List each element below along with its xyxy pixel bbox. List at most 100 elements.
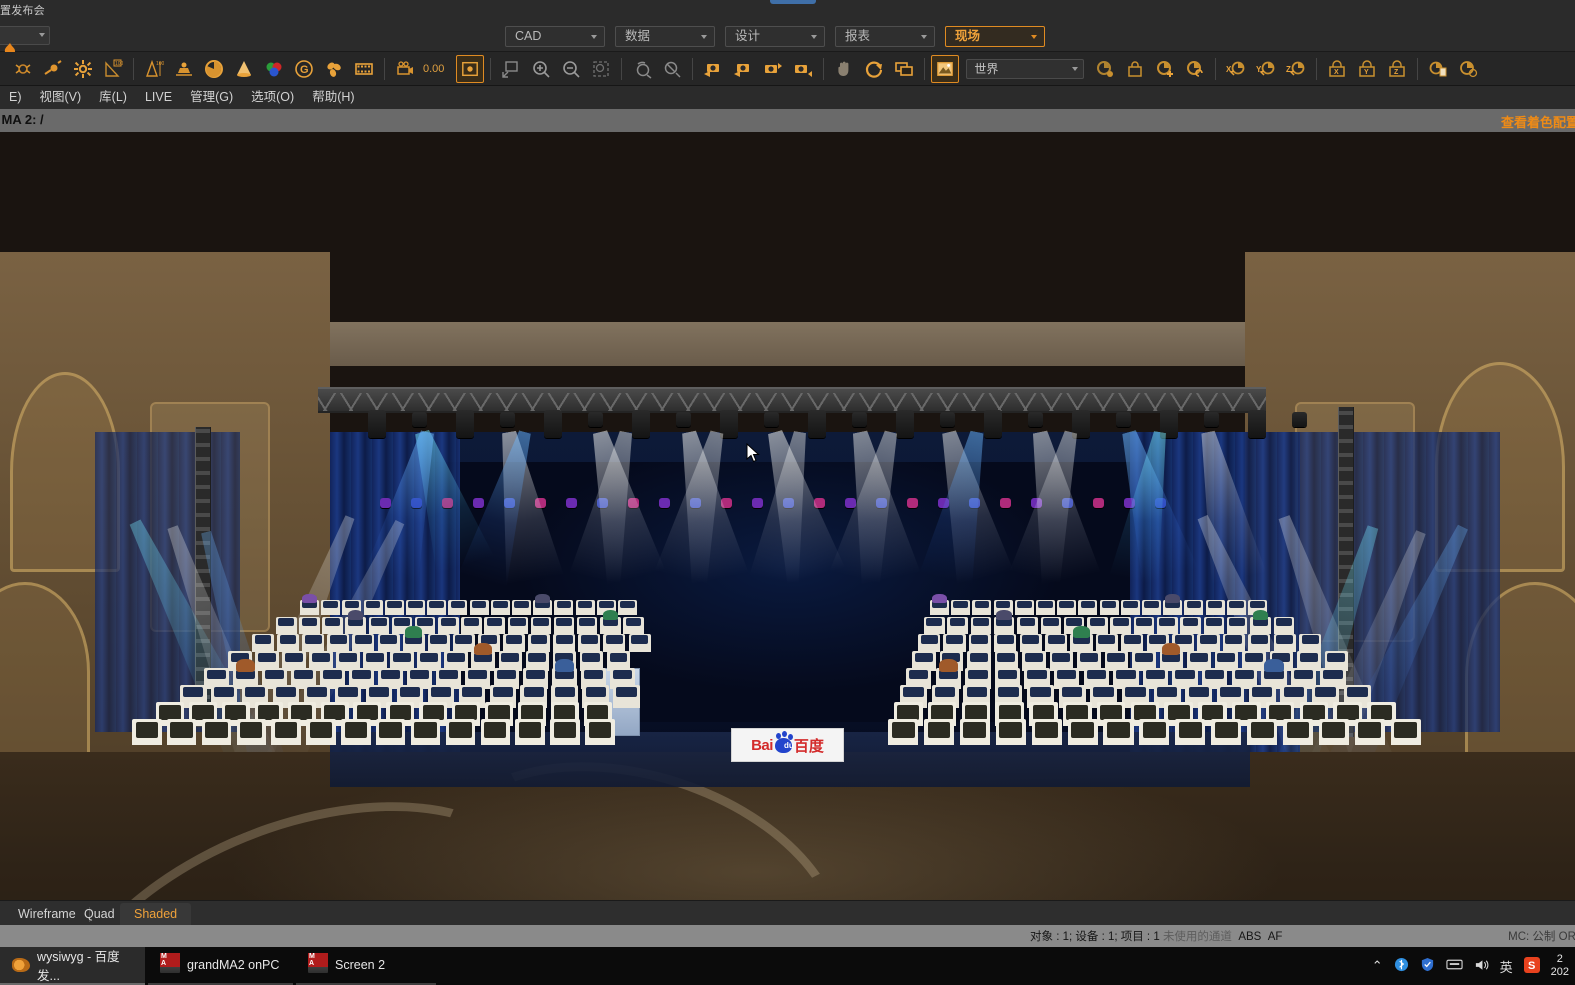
beam-angle-icon[interactable]: 100 (140, 55, 168, 83)
menu-bar: E) 视图(V) 库(L) LIVE 管理(G) 选项(O) 帮助(H) (0, 86, 1575, 109)
taskbar-item-wysiwyg[interactable]: wysiwyg - 百度发... (0, 947, 145, 985)
audience-person (932, 593, 947, 603)
orbit-right-icon[interactable] (658, 55, 686, 83)
menu-item-edit[interactable]: E) (0, 86, 31, 109)
rotate-z-icon[interactable]: Z (1282, 55, 1310, 83)
spot-fixture-icon[interactable] (9, 55, 37, 83)
lock-view-icon[interactable] (1121, 55, 1149, 83)
truss-fixture (544, 410, 562, 438)
fixture-library-icon[interactable] (170, 55, 198, 83)
taskbar-item-grandma2[interactable]: grandMA2 onPC (148, 947, 293, 985)
menu-item-manage[interactable]: 管理(G) (181, 86, 242, 109)
audience-chair (461, 617, 482, 634)
zoom-in-icon[interactable] (527, 55, 555, 83)
lock-x-icon[interactable]: X (1323, 55, 1351, 83)
audience-chair (299, 617, 320, 634)
rotate-x-icon[interactable]: X (1222, 55, 1250, 83)
view-add-icon[interactable] (1151, 55, 1179, 83)
tab-cad[interactable]: CAD (505, 26, 605, 47)
tab-cad-label: CAD (515, 29, 542, 43)
measure-angle-icon[interactable]: 100 (99, 55, 127, 83)
zoom-out-icon[interactable] (557, 55, 585, 83)
audience-chair (530, 617, 552, 634)
tray-ime-indicator[interactable]: 英 (1500, 957, 1513, 976)
render-list-icon[interactable] (1424, 55, 1452, 83)
cone-beam-icon[interactable] (230, 55, 258, 83)
tray-security-shield-icon[interactable] (1420, 957, 1435, 975)
settings-gear-icon[interactable] (69, 55, 97, 83)
lock-z-icon[interactable]: Z (1383, 55, 1411, 83)
truss-fixture (1116, 412, 1131, 427)
stage-wash-light (566, 498, 577, 508)
audience-chair (1318, 719, 1349, 745)
document-title: nd MA 2: / (0, 112, 44, 127)
tab-report[interactable]: 报表 (835, 26, 935, 47)
iris-icon[interactable] (200, 55, 228, 83)
truss-fixture (896, 410, 914, 438)
clock-time: 2 (1556, 953, 1563, 965)
render-image-icon[interactable] (931, 54, 960, 83)
orbit-left-icon[interactable] (628, 55, 656, 83)
audience-chair (1390, 719, 1421, 745)
camera-add-icon[interactable] (759, 55, 787, 83)
audience-chair (918, 634, 941, 652)
audience-person (347, 610, 364, 621)
camera-setup-icon[interactable] (391, 55, 419, 83)
render-settings-icon[interactable] (456, 54, 485, 83)
view-reset-icon[interactable] (1181, 55, 1209, 83)
world-selector[interactable]: 世界 (966, 58, 1085, 79)
tray-volume-icon[interactable] (1474, 958, 1489, 975)
refresh-icon[interactable] (860, 55, 888, 83)
camera-prev-icon[interactable] (699, 55, 727, 83)
camera-save-icon[interactable] (789, 55, 817, 83)
render-globe-icon[interactable] (1454, 55, 1482, 83)
view-tab-shaded[interactable]: Shaded (120, 903, 192, 926)
rgb-color-icon[interactable] (260, 55, 288, 83)
view-tab-quad-label: Quad (84, 907, 115, 921)
menu-item-view[interactable]: 视图(V) (31, 86, 91, 109)
menu-item-library[interactable]: 库(L) (90, 86, 136, 109)
tile-windows-icon[interactable] (890, 55, 918, 83)
camera-next-icon[interactable] (729, 55, 757, 83)
audience-chair (448, 600, 468, 615)
audience-chair (1248, 634, 1271, 652)
view-gear-icon[interactable] (1091, 55, 1119, 83)
svg-text:100: 100 (115, 61, 123, 67)
tab-data[interactable]: 数据 (615, 26, 715, 47)
truss-fixture (984, 410, 1002, 438)
audience-chair (236, 719, 267, 745)
tray-clock[interactable]: 2 202 (1551, 953, 1569, 979)
mouse-cursor (746, 442, 760, 468)
audience-chair (1110, 617, 1131, 634)
audience-chair (1226, 600, 1246, 615)
filmstrip-icon[interactable] (350, 55, 378, 83)
rotate-y-icon[interactable]: Y (1252, 55, 1280, 83)
lock-y-icon[interactable]: Y (1353, 55, 1381, 83)
audience-chair (512, 600, 531, 615)
audience-chair (1057, 600, 1077, 615)
menu-item-live[interactable]: LIVE (136, 86, 181, 109)
tab-live[interactable]: 现场 (945, 26, 1045, 47)
tray-keyboard-icon[interactable] (1446, 958, 1463, 974)
audience-person (535, 593, 550, 603)
audience-chair (503, 634, 525, 652)
zoom-extents-icon[interactable] (497, 55, 525, 83)
menu-item-options[interactable]: 选项(O) (242, 86, 303, 109)
chevron-down-icon (1031, 35, 1037, 39)
fixture-beam-icon[interactable] (39, 55, 67, 83)
tab-design[interactable]: 设计 (725, 26, 825, 47)
audience-chair (368, 617, 390, 634)
shading-config-link[interactable]: 查看着色配置 (1501, 112, 1575, 131)
tray-expand-chevron-icon[interactable]: ⌃ (1372, 958, 1383, 974)
pan-hand-icon[interactable] (830, 55, 858, 83)
audience-chair (628, 634, 651, 652)
zoom-window-icon[interactable] (587, 55, 615, 83)
gobo-icon[interactable]: G (290, 55, 318, 83)
tray-bluetooth-icon[interactable] (1394, 957, 1409, 975)
prism-icon[interactable] (320, 55, 348, 83)
audience-chair (1222, 634, 1245, 652)
taskbar-item-screen2[interactable]: Screen 2 (296, 947, 436, 985)
tray-sogou-icon[interactable]: S (1523, 956, 1540, 976)
3d-viewport[interactable]: Bai du 百度 (0, 132, 1575, 900)
menu-item-help[interactable]: 帮助(H) (303, 86, 363, 109)
